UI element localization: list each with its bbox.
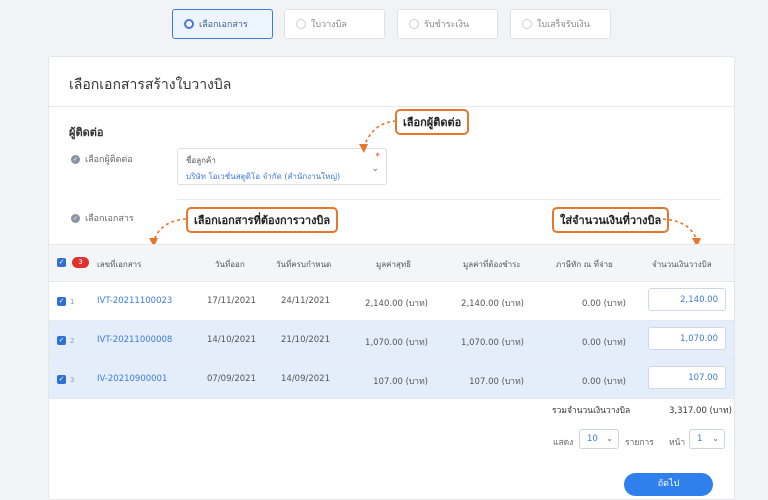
bill-amount-input[interactable]: 2,140.00 <box>648 288 726 311</box>
withholding-value: 0.00 (บาท) <box>581 377 626 387</box>
due-date: 24/11/2021 <box>281 296 330 306</box>
page-size-value: 10 <box>587 434 598 444</box>
step-billing-note[interactable]: ใบวางบิล <box>284 9 385 39</box>
to-pay-value: 1,070.00 (บาท) <box>461 338 524 348</box>
radio-icon <box>184 19 194 29</box>
col-net: มูลค่าสุทธิ <box>376 260 412 269</box>
radio-icon <box>296 19 306 29</box>
callout-arrow <box>359 120 397 153</box>
withholding-value: 0.00 (บาท) <box>581 338 626 348</box>
table-row[interactable]: ✓ 2 IVT-20211000008 14/10/2021 21/10/202… <box>49 321 734 360</box>
to-pay-value: 2,140.00 (บาท) <box>461 299 524 309</box>
issue-date: 17/11/2021 <box>207 296 256 306</box>
select-documents-card: เลือกเอกสารสร้างใบวางบิล ผู้ติดต่อ ✓ เลื… <box>48 56 735 500</box>
row-number: 3 <box>70 376 75 384</box>
check-circle-icon: ✓ <box>71 154 80 164</box>
step-label: ใบวางบิล <box>311 20 347 30</box>
step-receipt[interactable]: ใบเสร็จรับเงิน <box>510 9 611 39</box>
row-number: 2 <box>70 337 75 345</box>
doc-no-link[interactable]: IVT-20211100023 <box>97 296 172 306</box>
due-date: 21/10/2021 <box>281 335 330 345</box>
stepper: เลือกเอกสาร ใบวางบิล รับชำระเงิน ใบเสร็จ… <box>0 9 768 39</box>
client-select-value: บริษัท โอเวชั่นสตูดิโอ จำกัด (สำนักงานให… <box>186 172 341 181</box>
row-checkbox[interactable]: ✓ <box>57 375 66 384</box>
docs-check-label: ✓ เลือกเอกสาร <box>71 211 134 225</box>
next-button[interactable]: ถัดไป <box>624 473 713 496</box>
step-label: รับชำระเงิน <box>424 20 469 30</box>
page-value: 1 <box>697 434 703 444</box>
chevron-down-icon: ⌄ <box>606 434 613 443</box>
col-to-pay: มูลค่าที่ต้องชำระ <box>463 260 521 269</box>
row-checkbox[interactable]: ✓ <box>57 336 66 345</box>
issue-date: 14/10/2021 <box>207 335 256 345</box>
bill-amount-input[interactable]: 1,070.00 <box>648 327 726 350</box>
select-all-checkbox[interactable]: ✓ <box>57 258 66 267</box>
total-value: 3,317.00 (บาท) <box>669 406 732 416</box>
selected-count-badge: 3 <box>72 257 89 268</box>
page-select[interactable]: 1 ⌄ <box>689 429 725 449</box>
pager-page-label: หน้า <box>669 438 686 448</box>
section-divider <box>177 199 721 200</box>
contact-check-text: เลือกผู้ติดต่อ <box>85 155 133 165</box>
row-number: 1 <box>70 298 75 306</box>
callout-choose-documents: เลือกเอกสารที่ต้องการวางบิล <box>186 207 339 233</box>
col-bill-amount: จำนวนเงินวางบิล <box>652 260 712 269</box>
doc-no-link[interactable]: IVT-20211000008 <box>97 335 172 345</box>
chevron-down-icon: ⌄ <box>712 434 719 443</box>
client-select-label: ชื่อลูกค้า <box>186 156 216 165</box>
pager-items-label: รายการ <box>625 438 654 448</box>
total-label: รวมจำนวนเงินวางบิล <box>552 406 631 416</box>
table-row[interactable]: ✓ 1 IVT-20211100023 17/11/2021 24/11/202… <box>49 282 734 321</box>
callout-choose-contact: เลือกผู้ติดต่อ <box>395 109 470 135</box>
col-withholding: ภาษีหัก ณ ที่จ่าย <box>556 260 613 269</box>
contact-check-label: ✓ เลือกผู้ติดต่อ <box>71 152 133 166</box>
radio-icon <box>409 19 419 29</box>
chevron-down-icon: ⌄ <box>371 164 379 174</box>
col-due-date: วันที่ครบกำหนด <box>276 260 332 269</box>
pager-show-label: แสดง <box>553 438 574 448</box>
contact-section-title: ผู้ติดต่อ <box>69 126 104 139</box>
col-issue-date: วันที่ออก <box>215 260 245 269</box>
withholding-value: 0.00 (บาท) <box>581 299 626 309</box>
col-doc-no: เลขที่เอกสาร <box>97 260 142 269</box>
step-label: เลือกเอกสาร <box>199 20 248 30</box>
due-date: 14/09/2021 <box>281 374 330 384</box>
step-select-documents[interactable]: เลือกเอกสาร <box>172 9 273 39</box>
net-value: 1,070.00 (บาท) <box>365 338 428 348</box>
to-pay-value: 107.00 (บาท) <box>469 377 524 387</box>
net-value: 107.00 (บาท) <box>373 377 428 387</box>
callout-enter-amount: ใส่จำนวนเงินที่วางบิล <box>552 207 670 233</box>
header-divider <box>49 106 734 107</box>
table-row[interactable]: ✓ 3 IV-20210900001 07/09/2021 14/09/2021… <box>49 360 734 399</box>
docs-check-text: เลือกเอกสาร <box>85 214 134 224</box>
net-value: 2,140.00 (บาท) <box>365 299 428 309</box>
bill-amount-input[interactable]: 107.00 <box>648 366 726 389</box>
check-circle-icon: ✓ <box>71 213 80 223</box>
issue-date: 07/09/2021 <box>207 374 256 384</box>
doc-no-link[interactable]: IV-20210900001 <box>97 374 167 384</box>
page-size-select[interactable]: 10 ⌄ <box>579 429 619 449</box>
table-header: ✓ 3 เลขที่เอกสาร วันที่ออก วันที่ครบกำหน… <box>49 244 734 282</box>
page-title: เลือกเอกสารสร้างใบวางบิล <box>69 77 232 93</box>
step-receive-payment[interactable]: รับชำระเงิน <box>397 9 498 39</box>
row-checkbox[interactable]: ✓ <box>57 297 66 306</box>
step-label: ใบเสร็จรับเงิน <box>537 20 590 30</box>
radio-icon <box>522 19 532 29</box>
